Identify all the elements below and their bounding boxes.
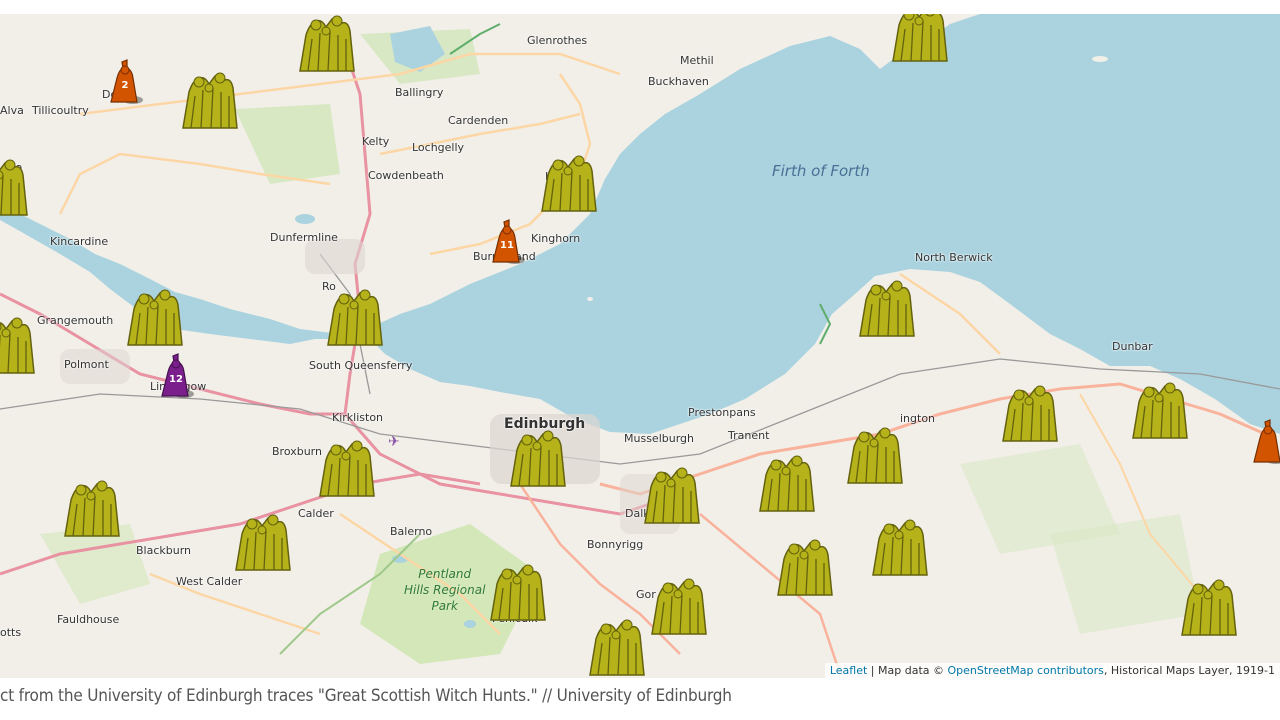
place-label-south-queensferry: South Queensferry [309,359,413,372]
park-label-line-2: Hills Regional [404,583,486,597]
witch-group-marker[interactable] [852,274,932,340]
place-label-cardenden: Cardenden [448,114,509,127]
witch-group-marker[interactable] [292,14,372,75]
witch-group-marker[interactable] [995,379,1075,445]
place-label-blackburn: Blackburn [136,544,192,557]
witch-group-marker[interactable] [483,558,563,624]
place-label-cowdenbeath: Cowdenbeath [368,169,444,182]
witch-group-marker[interactable] [885,14,965,65]
park-label-line-1: Pentland [418,567,472,581]
witch-group-marker[interactable] [1174,573,1254,639]
water-label-firth-of-forth: Firth of Forth [772,162,870,180]
map-attribution: Leaflet | Map data © OpenStreetMap contr… [824,663,1280,678]
marker-count: 11 [500,240,514,251]
witch-group-marker[interactable] [228,508,308,574]
place-label-bonnyrigg: Bonnyrigg [587,538,644,551]
witch-group-marker[interactable] [840,421,920,487]
place-label-ballingry: Ballingry [395,86,444,99]
place-label-fauldhouse: Fauldhouse [57,613,120,626]
witch-group-marker[interactable] [534,149,614,215]
osm-link[interactable]: OpenStreetMap contributors [948,664,1104,677]
place-label-lochgelly: Lochgelly [412,141,465,154]
place-label-kincardine: Kincardine [50,235,109,248]
marker-count: 12 [169,374,183,385]
marker-count: 2 [121,80,129,91]
witch-group-marker[interactable] [320,283,400,349]
witch-group-marker[interactable] [312,434,392,500]
place-label-tillicoultry: Tillicoultry [32,104,89,117]
witch-hunt-map[interactable]: ✈ Glenrothes Methil Buckhaven Dollar Alv… [0,14,1280,678]
witch-group-marker[interactable] [0,311,52,377]
witch-group-marker[interactable] [120,283,200,349]
place-label-dunbar: Dunbar [1112,340,1153,353]
place-label-shotts: otts [0,626,22,639]
witch-group-marker[interactable] [752,449,832,515]
place-label-alva: Alva [0,104,24,117]
place-label-balerno: Balerno [390,525,433,538]
witch-group-marker[interactable] [582,613,662,678]
witch-marker[interactable]: 11 [487,218,527,266]
witch-group-marker[interactable] [503,424,583,490]
witch-group-marker[interactable] [175,66,255,132]
place-label-west-calder: West Calder [176,575,243,588]
place-label-buckhaven: Buckhaven [648,75,709,88]
attribution-rest: , Historical Maps Layer, 1919-1 [1103,664,1275,677]
leaflet-link[interactable]: Leaflet [830,664,867,677]
place-label-dunfermline: Dunfermline [270,231,338,244]
witch-group-marker[interactable] [0,153,45,219]
park-label-line-3: Park [431,599,458,613]
attribution-sep: | Map data © [867,664,948,677]
image-caption: ct from the University of Edinburgh trac… [0,686,732,706]
place-label-methil: Methil [680,54,714,67]
park-label-pentland-hills: Pentland Hills Regional Park [404,566,485,614]
place-label-prestonpans: Prestonpans [688,406,756,419]
witch-group-marker[interactable] [1125,376,1205,442]
witch-marker[interactable]: 2 [105,58,145,106]
place-label-polmont: Polmont [64,358,109,371]
witch-group-marker[interactable] [770,533,850,599]
witch-marker[interactable]: 12 [156,352,196,400]
place-label-kinghorn: Kinghorn [531,232,581,245]
place-label-musselburgh: Musselburgh [624,432,694,445]
witch-group-marker[interactable] [637,461,717,527]
witch-marker[interactable] [1248,418,1280,466]
place-label-tranent: Tranent [728,429,770,442]
place-label-kelty: Kelty [362,135,390,148]
place-label-kirkliston: Kirkliston [332,411,384,424]
place-label-north-berwick: North Berwick [915,251,993,264]
witch-group-marker[interactable] [57,474,137,540]
witch-group-marker[interactable] [865,513,945,579]
place-label-glenrothes: Glenrothes [527,34,588,47]
